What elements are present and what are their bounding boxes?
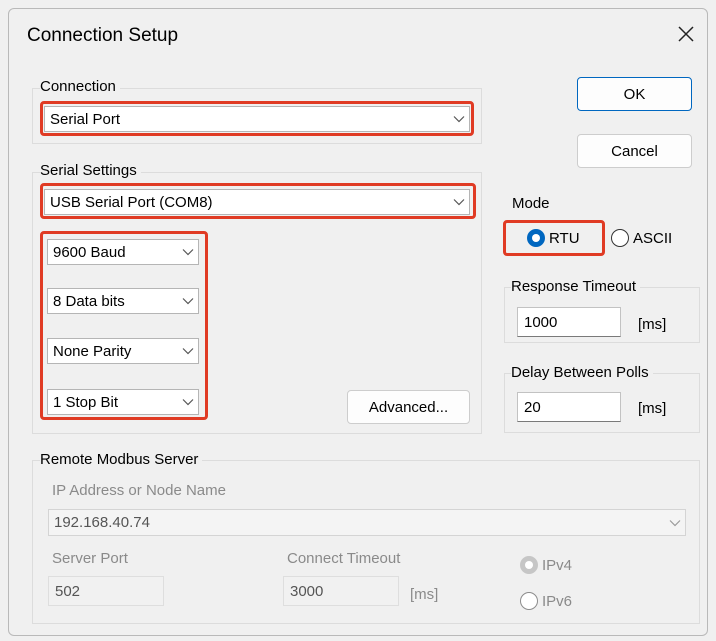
response-timeout-input[interactable]: 1000 <box>517 307 621 337</box>
ok-button[interactable]: OK <box>577 77 692 111</box>
advanced-button[interactable]: Advanced... <box>347 390 470 424</box>
connect-timeout-unit: [ms] <box>410 586 439 603</box>
server-port-label: Server Port <box>52 550 128 567</box>
dialog-title: Connection Setup <box>27 25 179 46</box>
chevron-down-icon <box>665 519 685 527</box>
close-button[interactable] <box>669 17 703 51</box>
connect-timeout-label: Connect Timeout <box>287 550 401 567</box>
ipv6-radio: IPv6 <box>520 592 572 610</box>
serial-port-highlight <box>40 183 476 219</box>
mode-label: Mode <box>512 195 550 212</box>
response-timeout-unit: [ms] <box>638 316 667 333</box>
cancel-button[interactable]: Cancel <box>577 134 692 168</box>
radio-unselected-icon <box>611 229 629 247</box>
remote-modbus-server-label: Remote Modbus Server <box>40 451 203 468</box>
delay-between-polls-input[interactable]: 20 <box>517 392 621 422</box>
rtu-highlight <box>503 220 605 256</box>
delay-between-polls-unit: [ms] <box>638 400 667 417</box>
connect-timeout-input: 3000 <box>283 576 399 606</box>
serial-params-highlight <box>40 231 208 420</box>
connection-group-label: Connection <box>40 78 120 95</box>
ipv4-radio-label: IPv4 <box>542 556 573 574</box>
ip-address-value: 192.168.40.74 <box>54 514 150 531</box>
connection-highlight <box>40 101 474 136</box>
radio-selected-icon <box>520 556 538 574</box>
ascii-radio[interactable]: ASCII <box>611 229 672 247</box>
ipv4-radio: IPv4 <box>520 556 572 574</box>
ascii-radio-label: ASCII <box>633 229 673 247</box>
radio-unselected-icon <box>520 592 538 610</box>
serial-settings-group-label: Serial Settings <box>40 162 141 179</box>
server-port-input: 502 <box>48 576 164 606</box>
response-timeout-label: Response Timeout <box>511 278 641 295</box>
ip-address-select: 192.168.40.74 <box>48 509 686 536</box>
ip-address-label: IP Address or Node Name <box>52 482 226 499</box>
delay-between-polls-label: Delay Between Polls <box>511 364 653 381</box>
close-icon <box>678 26 694 42</box>
ipv6-radio-label: IPv6 <box>542 592 573 610</box>
